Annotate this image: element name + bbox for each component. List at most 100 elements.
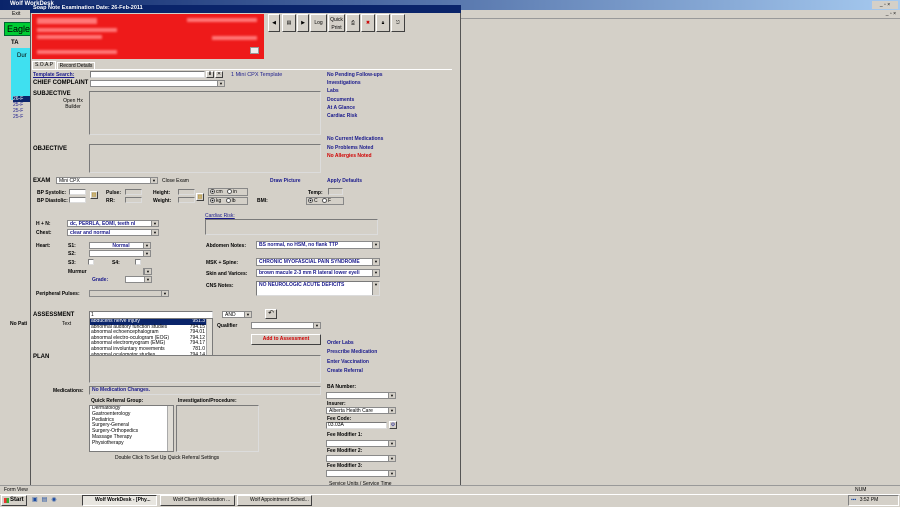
grade-select[interactable]: ▼ (125, 276, 152, 283)
referral-group-list[interactable]: Dermatology Gastroenterology Pediatrics Sur… (89, 405, 174, 452)
tab-soap[interactable]: S.O.A.P (32, 61, 56, 69)
bg-menu-controls[interactable]: _ ▫ × (886, 11, 896, 17)
murmur-select[interactable]: ▼ (143, 268, 152, 275)
bg-window-controls[interactable]: _ ▫ × (872, 1, 898, 9)
taskbar-item-client-workstation[interactable]: Wolf Client Workstation ... (160, 495, 235, 506)
s2-select[interactable]: ▼ (89, 250, 151, 257)
fahrenheit-radio[interactable] (322, 198, 328, 204)
allergies-link[interactable]: No Allergies Noted (327, 152, 383, 161)
exit-door-icon[interactable]: ⎋ (391, 14, 405, 32)
chief-complaint-select[interactable]: ▼ (90, 80, 225, 87)
fee-code-search-icon[interactable]: ⚙ (389, 421, 397, 429)
cm-radio[interactable] (210, 189, 215, 195)
investigations-link[interactable]: Investigations (327, 79, 383, 87)
template-clear-button[interactable]: ✕ (215, 71, 223, 78)
current-medications-link[interactable]: No Current Medications (327, 135, 383, 144)
banner-photo-icon[interactable] (250, 47, 259, 54)
pulse-label: Pulse: (106, 190, 122, 196)
add-to-assessment-button[interactable]: Add to Assessment (251, 334, 321, 345)
celsius-radio[interactable] (308, 198, 313, 204)
fee-modifier-3-select[interactable]: ▼ (326, 470, 396, 477)
kg-radio[interactable] (210, 198, 215, 204)
hnn-select[interactable]: dc, PERRLA, EOMI, teeth nl ▼ (67, 220, 159, 227)
documents-link[interactable]: Documents (327, 96, 383, 104)
bp-chart-icon[interactable]: ▥ (90, 191, 98, 199)
s3-input[interactable] (88, 259, 94, 265)
taskbar-item-appointment[interactable]: Wolf Appointment Sched... (237, 495, 312, 506)
apply-defaults-link[interactable]: Apply Defaults (327, 178, 362, 184)
objective-textarea[interactable] (89, 144, 321, 173)
template-dropdown-button[interactable]: ⬇ (206, 71, 214, 78)
weight-input[interactable] (178, 197, 195, 203)
taskbar-item-workdesk[interactable]: Wolf WorkDesk - [Phy... (82, 495, 157, 506)
skin-select[interactable]: brown macule 2-3 mm R lateral lower eyel… (256, 269, 380, 277)
temp-input[interactable] (328, 188, 343, 195)
bp-diastolic-label: BP Diastolic: (37, 198, 68, 204)
celsius-label: C (314, 198, 318, 204)
quick-print-button[interactable]: Quick Print (328, 14, 345, 32)
labs-link[interactable]: Labs (327, 87, 383, 95)
record-icon-button[interactable]: ▤ (282, 14, 296, 32)
ba-number-select[interactable]: ▼ (326, 392, 396, 399)
template-result[interactable]: 1 Mini CPX Template (231, 72, 282, 78)
s1-select[interactable]: Normal ▼ (89, 242, 151, 249)
cardiac-risk-link[interactable]: Cardiac Risk (327, 112, 383, 120)
alert-icon[interactable]: ✖ (361, 14, 375, 32)
bg-menu-exit[interactable]: Exit (12, 11, 20, 17)
height-input[interactable] (178, 189, 195, 195)
tab-record-details[interactable]: Record Details (57, 62, 95, 69)
start-button[interactable]: Start (1, 495, 27, 506)
rr-input[interactable] (125, 197, 142, 203)
quick-launch-icons[interactable]: ▣▤◉ (32, 496, 68, 505)
peripheral-pulses-select[interactable]: ▼ (89, 290, 169, 297)
lock-icon[interactable]: 🔒︎ (376, 14, 390, 32)
bp-systolic-input[interactable] (69, 189, 86, 195)
template-search-input[interactable] (90, 71, 205, 78)
fee-code-input[interactable]: 03.03A (326, 422, 387, 429)
close-exam-link[interactable]: Close Exam (162, 178, 189, 184)
prev-record-button[interactable]: ◀ (268, 14, 280, 32)
and-select[interactable]: AND ▼ (222, 311, 252, 318)
msk-select[interactable]: CHRONIC MYOFASCIAL PAIN SYNDROME ▼ (256, 258, 380, 266)
pulse-input[interactable] (125, 189, 142, 195)
investigation-box[interactable] (176, 405, 259, 452)
msk-label: MSK + Spine: (206, 260, 239, 266)
medications-label: Medications: (53, 388, 84, 394)
open-hx-builder[interactable]: Open Hx Builder (62, 98, 84, 110)
right-links-top: No Pending Follow-ups Investigations Lab… (327, 71, 383, 120)
draw-picture-link[interactable]: Draw Picture (270, 178, 301, 184)
abdomen-select[interactable]: BS normal, no HSM, no flank TTP ▼ (256, 241, 380, 249)
at-a-glance-link[interactable]: At A Glance (327, 104, 383, 112)
lb-radio[interactable] (225, 198, 231, 204)
bp-diastolic-input[interactable] (69, 197, 86, 203)
exam-select[interactable]: Mini CPX ▼ (56, 177, 158, 184)
peripheral-pulses-label: Peripheral Pulses: (36, 291, 80, 297)
in-radio[interactable] (227, 189, 233, 195)
problems-link[interactable]: No Problems Noted (327, 144, 383, 153)
chest-select[interactable]: clear and normal ▼ (67, 229, 159, 236)
log-button[interactable]: Log (310, 14, 327, 32)
plan-textarea[interactable] (89, 355, 321, 383)
next-record-button[interactable]: ▶ (297, 14, 309, 32)
s4-input[interactable] (135, 259, 141, 265)
undo-button[interactable]: ↶ (265, 309, 277, 319)
cns-textarea[interactable]: NO NEUROLOGIC ACUTE DEFICITS ▼ (256, 281, 380, 296)
referral-list-item[interactable]: Physiotherapy (91, 440, 173, 447)
tray-icons[interactable]: ▪▪▪ (849, 497, 856, 503)
follow-ups-link[interactable]: No Pending Follow-ups (327, 71, 383, 79)
order-labs-link[interactable]: Order Labs (327, 339, 377, 348)
fee-modifier-1-select[interactable]: ▼ (326, 440, 396, 447)
weight-chart-icon[interactable]: ▥ (196, 193, 204, 201)
referral-scrollbar[interactable] (167, 406, 173, 451)
enter-vaccination-link[interactable]: Enter Vaccination (327, 358, 377, 367)
insurer-select[interactable]: Alberta Health Care ▼ (326, 407, 396, 414)
printer-icon[interactable]: ⎙ (346, 14, 360, 32)
subjective-textarea[interactable] (89, 91, 321, 135)
qualifier-select[interactable]: ▼ (251, 322, 321, 329)
fee-modifier-2-label: Fee Modifier 2: (327, 448, 363, 454)
prescribe-medication-link[interactable]: Prescribe Medication (327, 348, 377, 357)
bg-tab-ta[interactable]: TA (11, 40, 19, 46)
create-referral-link[interactable]: Create Referral (327, 367, 377, 376)
fee-modifier-2-select[interactable]: ▼ (326, 455, 396, 462)
tray-clock: 3:52 PM (859, 497, 879, 503)
